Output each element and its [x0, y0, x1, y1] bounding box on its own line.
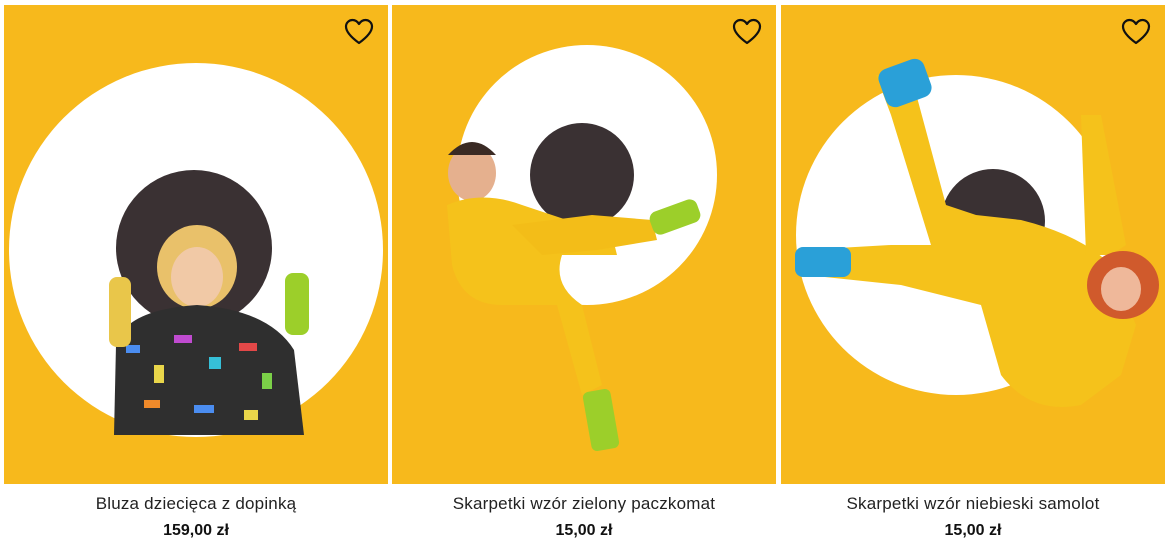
product-card[interactable]: Skarpetki wzór niebieski samolot 15,00 z… — [781, 0, 1165, 559]
product-name[interactable]: Bluza dziecięca z dopinką — [4, 494, 388, 514]
product-card[interactable]: Bluza dziecięca z dopinką 159,00 zł — [4, 0, 388, 559]
favorite-heart-icon[interactable] — [344, 18, 374, 46]
product-price: 15,00 zł — [944, 522, 1002, 539]
product-grid: Bluza dziecięca z dopinką 159,00 zł Skar… — [0, 0, 1168, 559]
product-price: 159,00 zł — [163, 522, 229, 539]
favorite-heart-icon[interactable] — [732, 18, 762, 46]
product-image[interactable] — [392, 5, 776, 484]
product-name[interactable]: Skarpetki wzór zielony paczkomat — [392, 494, 776, 514]
product-image[interactable] — [781, 5, 1165, 484]
product-card[interactable]: Skarpetki wzór zielony paczkomat 15,00 z… — [392, 0, 776, 559]
product-image[interactable] — [4, 5, 388, 484]
product-price: 15,00 zł — [555, 522, 613, 539]
favorite-heart-icon[interactable] — [1121, 18, 1151, 46]
product-name[interactable]: Skarpetki wzór niebieski samolot — [781, 494, 1165, 514]
